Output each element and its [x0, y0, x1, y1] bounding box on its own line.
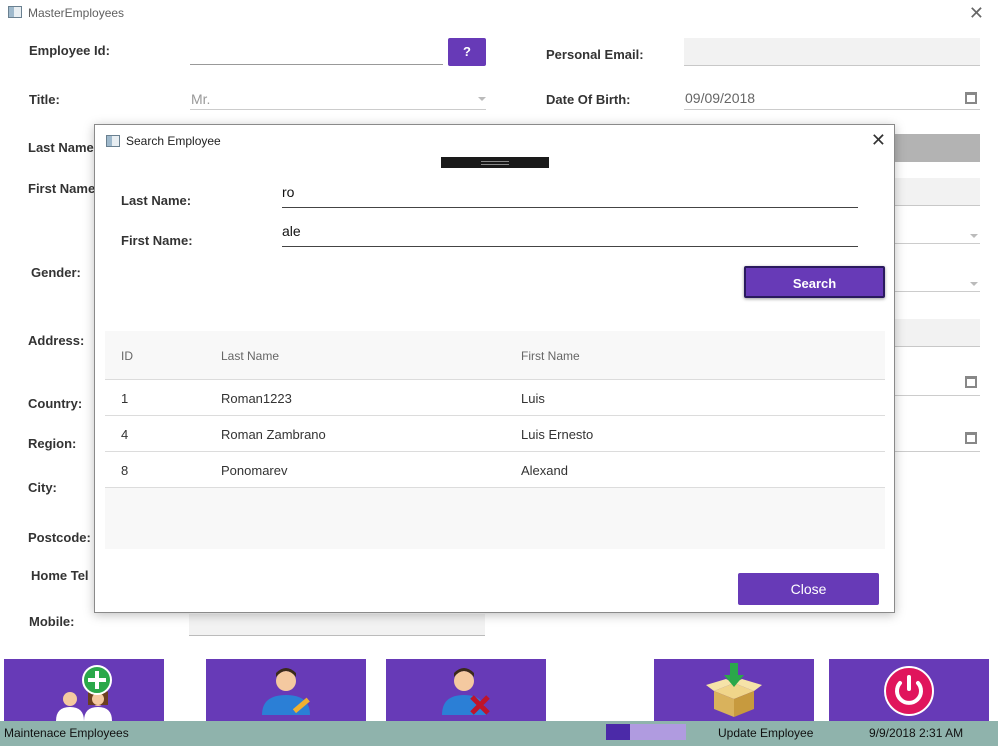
dialog-app-icon: [106, 135, 120, 147]
search-button[interactable]: Search: [744, 266, 885, 298]
status-datetime: 9/9/2018 2:31 AM: [869, 726, 964, 740]
save-package-icon: [706, 663, 762, 717]
right-select-1[interactable]: [894, 222, 980, 244]
update-employee-button[interactable]: [654, 659, 814, 721]
search-last-name-value: ro: [282, 184, 295, 200]
add-users-icon: [56, 665, 112, 721]
add-employee-button[interactable]: [4, 659, 164, 721]
drag-handle[interactable]: [441, 157, 549, 168]
status-bar: Maintenace Employees Update Employee 9/9…: [0, 721, 998, 746]
close-icon[interactable]: ✕: [871, 130, 886, 151]
country-label: Country:: [28, 396, 83, 411]
employee-id-input[interactable]: [190, 43, 443, 65]
table-row[interactable]: 8 Ponomarev Alexand: [105, 452, 885, 488]
cell-id: 1: [121, 391, 129, 406]
mobile-label: Mobile:: [29, 614, 75, 629]
delete-employee-button[interactable]: [386, 659, 546, 721]
title-bar: MasterEmployees ✕: [0, 0, 998, 26]
cell-last-name: Roman1223: [221, 391, 292, 406]
region-label: Region:: [28, 436, 77, 451]
status-action-text: Update Employee: [718, 726, 814, 740]
chevron-down-icon: [970, 282, 978, 286]
search-first-name-value: ale: [282, 223, 301, 239]
dialog-title: Search Employee: [126, 134, 221, 148]
cell-id: 8: [121, 463, 129, 478]
calendar-icon[interactable]: [965, 92, 977, 104]
cell-first-name: Alexand: [521, 463, 568, 478]
disabled-field: [894, 134, 980, 162]
gender-label: Gender:: [31, 265, 81, 280]
postcode-label: Postcode:: [28, 530, 91, 545]
delete-user-icon: [442, 668, 490, 715]
city-label: City:: [28, 480, 57, 495]
right-select-2[interactable]: [894, 270, 980, 292]
chevron-down-icon: [970, 234, 978, 238]
employee-id-label: Employee Id:: [29, 43, 110, 58]
master-employees-window: MasterEmployees ✕ Employee Id: ? Title: …: [0, 0, 998, 746]
mobile-input[interactable]: [189, 614, 485, 636]
table-row[interactable]: 1 Roman1223 Luis: [105, 380, 885, 416]
calendar-icon[interactable]: [965, 376, 977, 388]
column-header-first-name[interactable]: First Name: [521, 349, 580, 363]
search-last-name-input[interactable]: ro: [282, 184, 858, 208]
grid-header: ID Last Name First Name: [105, 331, 885, 380]
cell-first-name: Luis: [521, 391, 545, 406]
cell-id: 4: [121, 427, 129, 442]
title-label: Title:: [29, 92, 60, 107]
dob-picker[interactable]: 09/09/2018: [684, 88, 980, 110]
status-progress-bar: [606, 724, 686, 740]
exit-button[interactable]: [829, 659, 989, 721]
address-label: Address:: [28, 333, 85, 348]
dob-label: Date Of Birth:: [546, 92, 631, 107]
last-name-label: Last Name: [28, 140, 94, 155]
dob-value: 09/09/2018: [685, 90, 756, 106]
close-button[interactable]: Close: [738, 573, 879, 605]
first-name-label: First Name: [28, 181, 96, 196]
window-title: MasterEmployees: [28, 6, 125, 20]
cell-last-name: Roman Zambrano: [221, 427, 326, 442]
results-grid: ID Last Name First Name 1 Roman1223 Luis…: [105, 331, 885, 549]
column-header-last-name[interactable]: Last Name: [221, 349, 279, 363]
employee-lookup-button[interactable]: ?: [448, 38, 486, 66]
chevron-down-icon: [478, 97, 486, 101]
calendar-icon[interactable]: [965, 432, 977, 444]
close-icon[interactable]: ✕: [969, 3, 984, 24]
status-left-text: Maintenace Employees: [4, 726, 129, 740]
power-icon: [884, 666, 934, 716]
title-select[interactable]: Mr.: [190, 88, 486, 110]
home-tel-label: Home Tel: [31, 568, 89, 583]
search-first-name-label: First Name:: [121, 233, 193, 248]
table-row[interactable]: 4 Roman Zambrano Luis Ernesto: [105, 416, 885, 452]
personal-email-input[interactable]: [684, 38, 980, 66]
cell-first-name: Luis Ernesto: [521, 427, 594, 442]
column-header-id[interactable]: ID: [121, 349, 133, 363]
right-field-3[interactable]: [894, 319, 980, 347]
edit-employee-button[interactable]: [206, 659, 366, 721]
personal-email-label: Personal Email:: [546, 47, 644, 62]
edit-user-icon: [262, 668, 310, 715]
search-last-name-label: Last Name:: [121, 193, 192, 208]
status-progress-fill: [606, 724, 630, 740]
right-field-2[interactable]: [894, 178, 980, 206]
search-first-name-input[interactable]: ale: [282, 223, 858, 247]
search-employee-dialog: Search Employee ✕ Last Name: ro First Na…: [94, 124, 895, 613]
app-icon: [8, 6, 22, 18]
cell-last-name: Ponomarev: [221, 463, 288, 478]
title-value: Mr.: [191, 91, 211, 107]
